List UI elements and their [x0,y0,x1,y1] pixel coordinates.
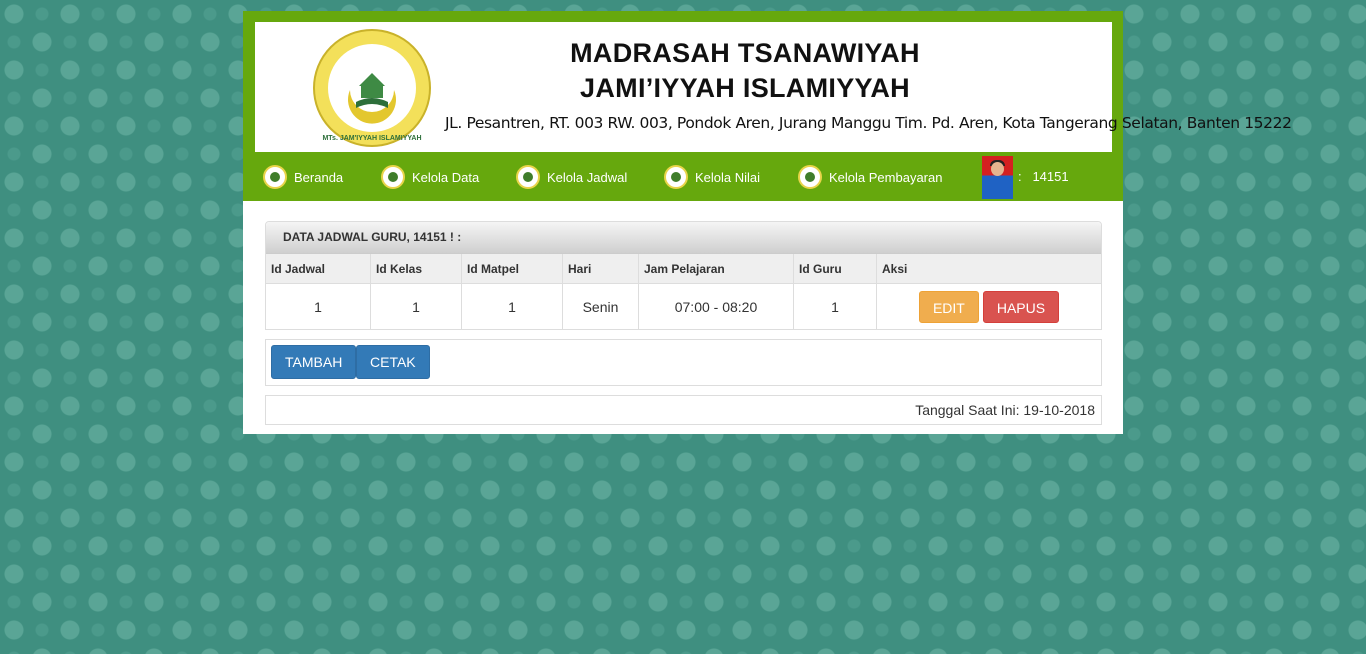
user-id-label: : 14151 [1018,169,1069,184]
nav-kelola-jadwal[interactable]: Kelola Jadwal [516,164,627,190]
current-date: Tanggal Saat Ini: 19-10-2018 [915,402,1095,418]
main-container: MTs. JAM'IYYAH ISLAMIYYAH MADRASAH TSANA… [243,11,1292,434]
col-aksi: Aksi [876,254,1101,284]
hapus-button[interactable]: HAPUS [982,291,1060,323]
cell-id-matpel: 1 [461,283,563,330]
nav-kelola-pembayaran[interactable]: Kelola Pembayaran [798,164,942,190]
panel-title: DATA JADWAL GURU, 14151 ! : [266,222,1101,254]
cell-aksi: EDIT HAPUS [877,284,1102,331]
table-header-row: Id Jadwal Id Kelas Id Matpel Hari Jam Pe… [266,254,1101,284]
table-row: 1 1 1 Senin 07:00 - 08:20 1 EDIT HAPUS [266,283,1102,331]
banner: MTs. JAM'IYYAH ISLAMIYYAH MADRASAH TSANA… [255,22,1292,152]
actions-bar: TAMBAH CETAK [265,339,1102,386]
nav-label: Kelola Data [412,169,480,185]
school-address: JL. Pesantren, RT. 003 RW. 003, Pondok A… [445,114,1292,132]
cell-jam: 07:00 - 08:20 [638,283,794,330]
tambah-button[interactable]: TAMBAH [271,345,357,379]
cetak-button[interactable]: CETAK [356,345,430,379]
nav-label: Kelola Nilai [695,169,761,185]
cell-id-jadwal: 1 [266,283,371,330]
school-logo-icon [263,165,287,189]
schedule-panel: DATA JADWAL GURU, 14151 ! : Id Jadwal Id… [265,221,1102,330]
col-id-kelas: Id Kelas [370,254,462,284]
school-name-line1: MADRASAH TSANAWIYAH [570,38,920,68]
school-logo-icon [516,165,540,189]
school-logo-icon [798,165,822,189]
nav-beranda[interactable]: Beranda [263,164,343,190]
nav-label: Beranda [294,169,344,185]
logo-arc-text: MTs. JAM'IYYAH ISLAMIYYAH [322,135,421,142]
nav-label: Kelola Jadwal [547,169,628,185]
col-id-matpel: Id Matpel [461,254,563,284]
school-logo-icon [381,165,405,189]
nav-kelola-nilai[interactable]: Kelola Nilai [664,164,760,190]
schedule-table: Id Jadwal Id Kelas Id Matpel Hari Jam Pe… [266,254,1101,330]
edit-button[interactable]: EDIT [918,291,979,323]
cell-hari: Senin [562,283,639,330]
school-name-line2: JAMI’IYYAH ISLAMIYYAH [580,73,910,103]
cell-id-kelas: 1 [370,283,462,330]
col-id-guru: Id Guru [793,254,877,284]
header: MTs. JAM'IYYAH ISLAMIYYAH MADRASAH TSANA… [243,11,1292,152]
col-hari: Hari [562,254,639,284]
footer-bar: Tanggal Saat Ini: 19-10-2018 [265,395,1102,425]
school-logo-icon [664,165,688,189]
col-jam-pelajaran: Jam Pelajaran [638,254,794,284]
user-avatar[interactable] [982,156,1013,199]
col-id-jadwal: Id Jadwal [266,254,371,284]
cell-id-guru: 1 [793,283,877,330]
main-nav: Beranda Kelola Data Kelola Jadwal Kelola… [243,152,1123,201]
nav-kelola-data[interactable]: Kelola Data [381,164,479,190]
nav-label: Kelola Pembayaran [829,169,943,185]
school-logo: MTs. JAM'IYYAH ISLAMIYYAH [313,29,431,147]
